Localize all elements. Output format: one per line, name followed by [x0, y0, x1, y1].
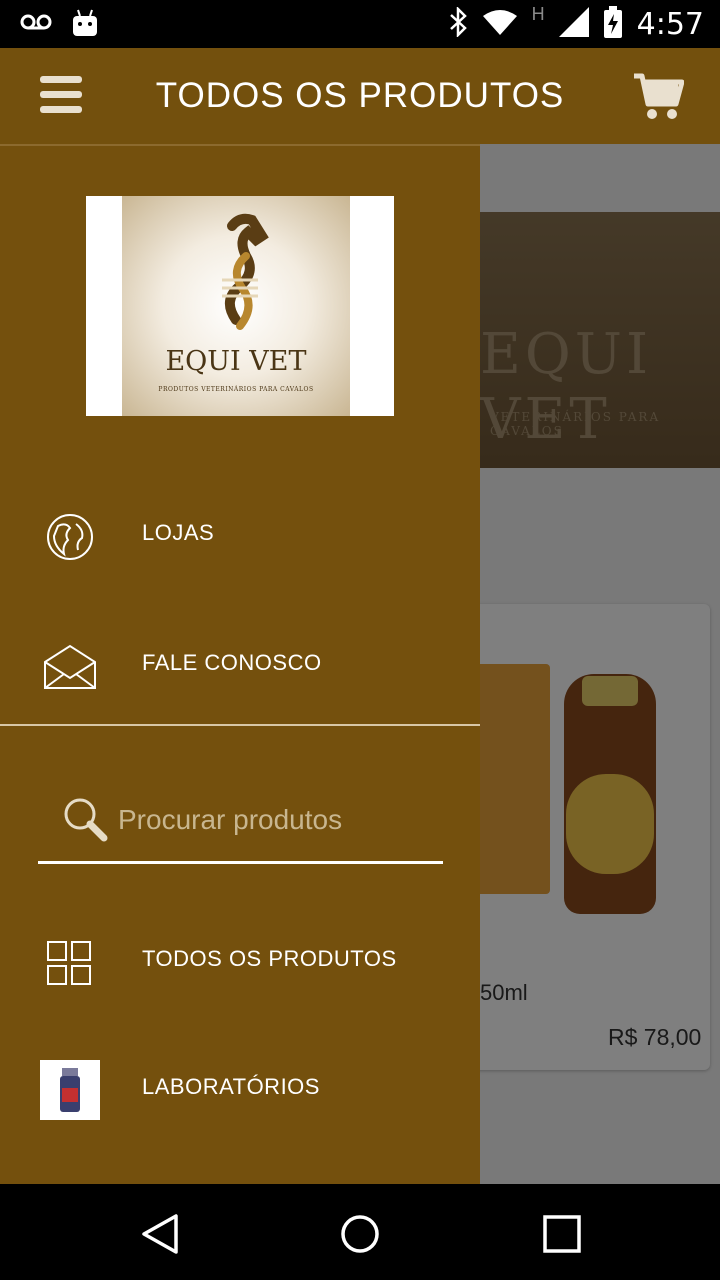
- home-icon[interactable]: [338, 1212, 382, 1256]
- app-bar: TODOS OS PRODUTOS: [0, 48, 720, 144]
- h-signal-icon: H: [531, 3, 545, 24]
- drawer-divider: [0, 724, 480, 726]
- drawer-item-label: FALE CONOSCO: [142, 650, 322, 675]
- drawer-item-todos-os-produtos[interactable]: TODOS OS PRODUTOS: [0, 912, 480, 1012]
- logo-brand: EQUI VET: [165, 346, 307, 377]
- android-icon: [72, 8, 98, 41]
- system-nav-bar: [0, 1184, 720, 1280]
- drawer-item-label: TODOS OS PRODUTOS: [142, 946, 397, 971]
- voicemail-icon: [20, 12, 52, 37]
- status-time: 4:57: [636, 6, 704, 42]
- horse-dna-logo-icon: [222, 213, 269, 330]
- cell-signal-icon: [558, 6, 589, 42]
- logo-tagline: PRODUTOS VETERINÁRIOS PARA CAVALOS: [158, 386, 314, 393]
- battery-charging-icon: [603, 5, 623, 43]
- back-icon[interactable]: [138, 1212, 182, 1256]
- drawer-item-label: LABORATÓRIOS: [142, 1074, 320, 1099]
- envelope-icon: [40, 642, 100, 692]
- drawer-item-fale-conosco[interactable]: FALE CONOSCO: [0, 616, 480, 716]
- globe-icon: [40, 512, 100, 562]
- cart-icon[interactable]: [632, 70, 685, 122]
- laboratorios-thumbnail: [40, 1060, 100, 1120]
- page-title: TODOS OS PRODUTOS: [155, 76, 565, 115]
- navigation-drawer: EQUI VET PRODUTOS VETERINÁRIOS PARA CAVA…: [0, 144, 480, 1184]
- drawer-item-lojas[interactable]: LOJAS: [0, 486, 480, 586]
- search-icon: [62, 796, 112, 846]
- recents-icon[interactable]: [540, 1212, 584, 1256]
- status-bar: H 4:57: [0, 0, 720, 48]
- grid-icon: [40, 938, 100, 988]
- search-field[interactable]: [38, 786, 443, 864]
- drawer-item-laboratorios[interactable]: LABORATÓRIOS: [0, 1046, 480, 1146]
- drawer-item-label: LOJAS: [142, 520, 215, 545]
- search-input[interactable]: [118, 796, 428, 844]
- wifi-icon: [482, 8, 518, 41]
- logo: EQUI VET PRODUTOS VETERINÁRIOS PARA CAVA…: [86, 196, 394, 416]
- bluetooth-icon: [448, 5, 468, 42]
